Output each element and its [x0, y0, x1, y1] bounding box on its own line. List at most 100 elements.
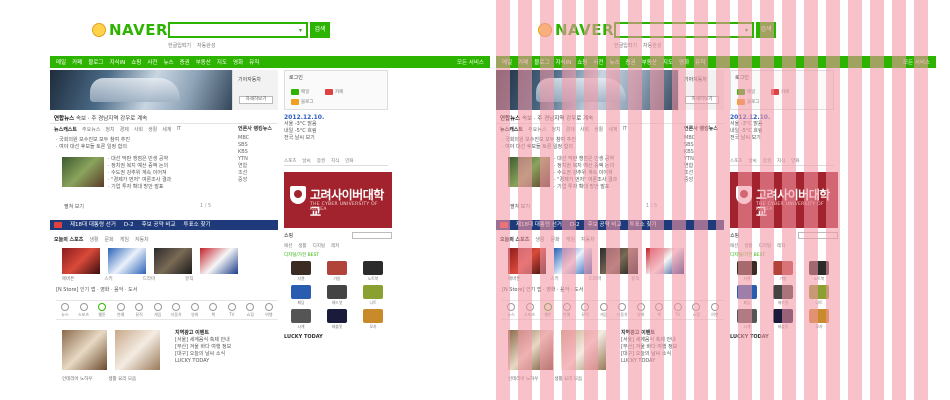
ranking-item[interactable]: 조선 — [238, 170, 278, 177]
theme-thumbnail[interactable] — [62, 248, 100, 274]
shop-footer[interactable]: LUCKY TODAY — [730, 334, 838, 340]
service-travel[interactable]: 여행 — [708, 303, 722, 319]
news-ticker[interactable]: 연합뉴스 속보 · 주 경남지역 강우로 계속 — [496, 114, 724, 124]
nav-item[interactable]: 블로그 — [534, 58, 549, 66]
election-item[interactable]: D-2 — [570, 220, 580, 230]
all-services-link[interactable]: 모든 서비스 — [457, 58, 484, 66]
tab-theme[interactable]: 자동차 — [581, 236, 595, 245]
nav-item[interactable]: 지식iN — [109, 58, 125, 66]
ranking-item[interactable]: KBS — [684, 149, 724, 156]
nav-item[interactable]: 뉴스 — [609, 58, 619, 66]
tab-info[interactable]: 날씨 — [302, 158, 310, 165]
weather-line[interactable]: 내일 -5°C 흐림 — [730, 128, 834, 135]
election-item[interactable]: D-2 — [124, 220, 134, 230]
service-music[interactable]: 뮤직 — [578, 303, 592, 319]
shop-title[interactable]: 쇼핑 — [730, 232, 739, 239]
search-button[interactable]: 검색 — [310, 22, 330, 38]
nav-item[interactable]: 지도 — [217, 58, 227, 66]
cafe-icon[interactable] — [325, 89, 333, 95]
tab-info[interactable]: 만화 — [345, 158, 353, 165]
news-headline[interactable]: · 정치권 복지 예산 증액 논의 — [108, 163, 232, 170]
news-headline[interactable]: · 대선 막판 쟁점은 민생 공약 — [108, 156, 232, 163]
search-input[interactable]: ▾ — [614, 22, 754, 38]
car-banner-image[interactable] — [496, 70, 678, 110]
service-music[interactable]: 뮤직 — [132, 303, 146, 319]
bottom-line[interactable]: LUCKY TODAY — [175, 358, 278, 365]
ranking-item[interactable]: 중앙 — [684, 177, 724, 184]
product-item[interactable]: 패딩 — [730, 285, 764, 307]
nav-item[interactable]: 쇼핑 — [577, 58, 587, 66]
news-pager[interactable]: 1 / 5 — [646, 203, 657, 209]
tab-news[interactable]: 정치 — [551, 126, 560, 135]
ranking-item[interactable]: SBS — [238, 142, 278, 149]
tab-shop[interactable]: 생활 — [744, 243, 752, 249]
tab-shop[interactable]: 생활 — [298, 243, 306, 249]
search-button[interactable]: 검색 — [756, 22, 776, 38]
nav-item[interactable]: 지식iN — [555, 58, 571, 66]
bottom-thumbnail[interactable] — [561, 330, 606, 370]
tab-theme[interactable]: 자동차 — [135, 236, 149, 245]
service-book[interactable]: 책 — [206, 303, 220, 319]
service-car[interactable]: 자동차 — [169, 303, 183, 319]
service-travel[interactable]: 여행 — [262, 303, 276, 319]
nav-item[interactable]: 사전 — [147, 58, 157, 66]
theme-thumbnail[interactable] — [154, 248, 192, 274]
news-more-link[interactable]: 펼쳐 보기 — [510, 203, 530, 210]
news-ticker[interactable]: 연합뉴스 속보 · 주 경남지역 강우로 계속 — [50, 114, 278, 124]
service-tv[interactable]: TV — [225, 303, 239, 319]
news-more-link[interactable]: 펼쳐 보기 — [64, 203, 84, 210]
login-row[interactable]: 메일 — [301, 89, 309, 95]
tab-info[interactable]: 만화 — [791, 158, 799, 165]
login-row[interactable]: 블로그 — [301, 99, 313, 105]
news-headline[interactable]: · 대선 막판 쟁점은 민생 공약 — [554, 156, 678, 163]
ranking-item[interactable]: YTN — [684, 156, 724, 163]
ranking-item[interactable]: MBC — [684, 135, 724, 142]
news-headline[interactable]: · 정치권 복지 예산 증액 논의 — [554, 163, 678, 170]
tab-newscast[interactable]: 뉴스캐스트 — [500, 126, 523, 135]
product-item[interactable]: 모자 — [356, 309, 390, 331]
nav-item[interactable]: 영화 — [679, 58, 689, 66]
cafe-icon[interactable] — [771, 89, 779, 95]
all-services-link[interactable]: 모든 서비스 — [903, 58, 930, 66]
ranking-item[interactable]: MBC — [238, 135, 278, 142]
news-headline[interactable]: · 수도권 강추위 계속 이어져 — [554, 170, 678, 177]
bottom-thumbnail[interactable] — [508, 330, 553, 370]
tab-news[interactable]: 사회 — [580, 126, 589, 135]
mail-icon[interactable] — [737, 89, 745, 95]
tab-info[interactable]: 증권 — [763, 158, 771, 165]
tab-shop[interactable]: 패션 — [284, 243, 292, 249]
chevron-down-icon[interactable]: ▾ — [745, 27, 748, 34]
tab-news[interactable]: 경제 — [566, 126, 575, 135]
tab-shop[interactable]: 디지털 — [759, 243, 771, 249]
news-headline[interactable]: · 여야 대선 후보들 토론 일정 합의 — [502, 144, 678, 151]
product-item[interactable]: 노트북 — [802, 261, 836, 283]
login-row[interactable]: 블로그 — [747, 99, 759, 105]
election-item[interactable]: 투표소 찾기 — [630, 220, 657, 230]
product-item[interactable]: 자켓 — [730, 261, 764, 283]
product-item[interactable]: 패딩 — [284, 285, 318, 307]
tab-theme[interactable]: 게임 — [566, 236, 575, 245]
nav-item[interactable]: 뮤직 — [695, 58, 705, 66]
tab-info[interactable]: 지식 — [777, 158, 785, 165]
tab-theme[interactable]: 오늘의 스포츠 — [500, 236, 529, 245]
nav-item[interactable]: 메일 — [56, 58, 66, 66]
nav-item[interactable]: 부동산 — [196, 58, 211, 66]
product-item[interactable]: 헤드셋 — [766, 285, 800, 307]
product-item[interactable]: 헤드셋 — [320, 285, 354, 307]
nav-item[interactable]: 부동산 — [642, 58, 657, 66]
search-input[interactable]: ▾ — [168, 22, 308, 38]
tab-news[interactable]: 경제 — [120, 126, 129, 135]
election-item[interactable]: 제18대 대통령 선거 — [516, 220, 562, 230]
tab-news[interactable]: IT — [176, 126, 181, 135]
service-sports[interactable]: 스포츠 — [523, 303, 537, 319]
tab-theme[interactable]: 문화 — [105, 236, 114, 245]
nav-item[interactable]: 카페 — [518, 58, 528, 66]
election-bar[interactable]: 제18대 대통령 선거 D-2 후보 공약 비교 투표소 찾기 — [496, 220, 724, 230]
tab-news[interactable]: 생활 — [148, 126, 157, 135]
banner-detail-button[interactable]: 자세히보기 — [239, 96, 273, 104]
bottom-thumbnail[interactable] — [115, 330, 160, 370]
login-title[interactable]: 로그인 — [735, 74, 749, 81]
shop-search-input[interactable] — [352, 232, 392, 239]
product-item[interactable]: 시계 — [284, 309, 318, 331]
service-tv[interactable]: TV — [671, 303, 685, 319]
